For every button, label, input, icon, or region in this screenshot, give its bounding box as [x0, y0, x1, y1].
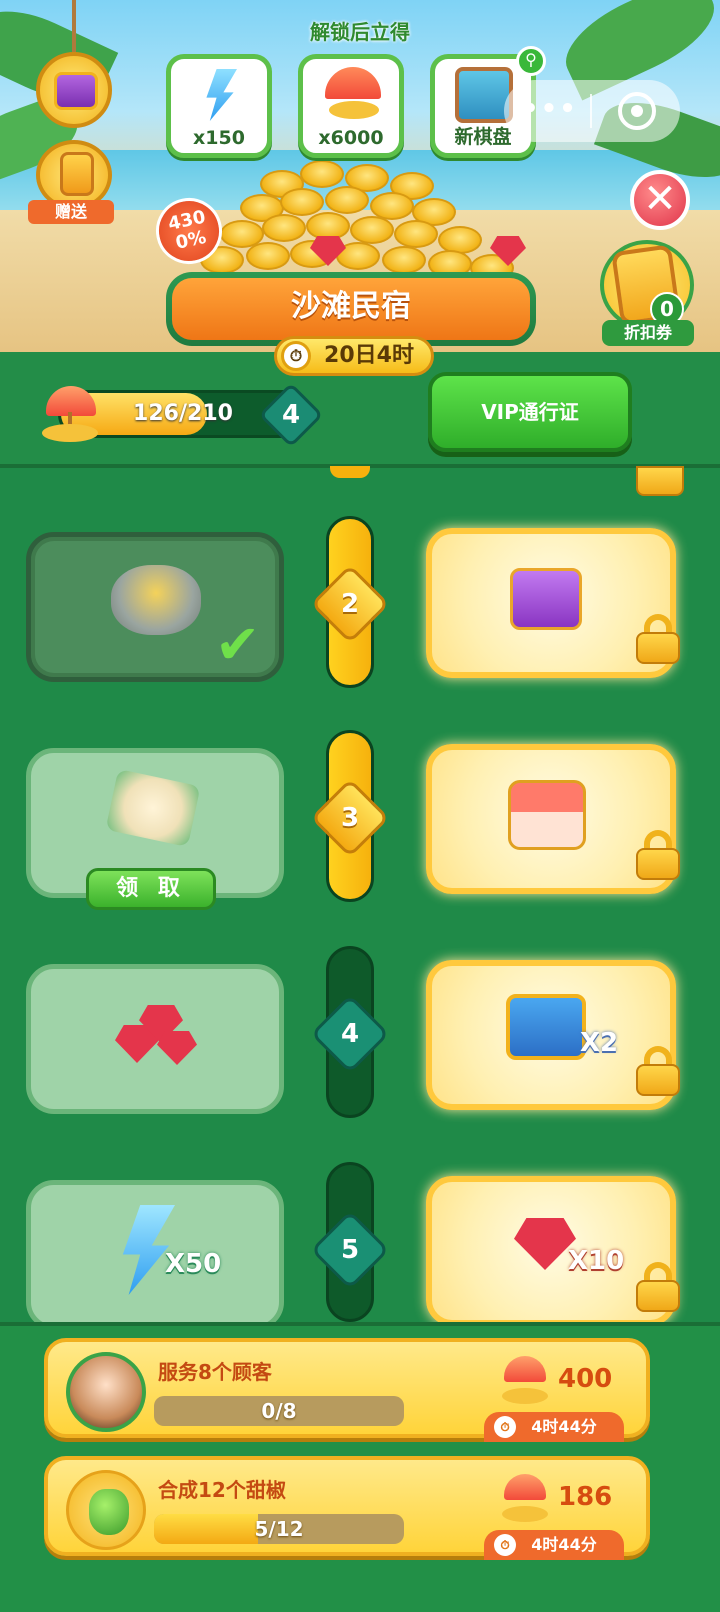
clock-icon: ⏱ — [494, 1534, 516, 1556]
clock-icon: ⏱ — [281, 341, 311, 371]
battle-pass-screen: 赠送 4300% 解锁后立得 x150 x6000 新棋盘 ⚲ ••• ✕ 0 … — [0, 0, 720, 1612]
task-reward: 400 — [558, 1364, 613, 1394]
task-timer: ⏱ 4时44分 — [484, 1412, 624, 1442]
event-title-banner: 沙滩民宿 — [166, 272, 536, 346]
lock-icon — [636, 1046, 680, 1096]
discount-coupon-button[interactable]: 0 折扣券 — [600, 240, 700, 350]
task-card[interactable]: 合成12个甜椒 5/12 186 ⏱ 4时44分 — [44, 1456, 650, 1560]
capsule-divider — [590, 94, 592, 128]
ticket-icon — [60, 152, 94, 196]
track-segment — [330, 466, 370, 478]
more-dots-icon[interactable]: ••• — [522, 96, 578, 122]
soup-pot-icon — [111, 565, 201, 635]
task-progress-bar: 0/8 — [154, 1396, 404, 1426]
level-node-2-number: 2 — [340, 589, 360, 619]
level-node-3-number: 3 — [340, 803, 360, 833]
red-mystery-chest-icon — [508, 780, 586, 850]
task-progress-text: 0/8 — [261, 1399, 297, 1423]
event-title: 沙滩民宿 — [172, 278, 530, 340]
sand-mound — [329, 101, 379, 119]
task-title: 服务8个顾客 — [158, 1360, 272, 1384]
blue-chest-icon — [506, 994, 586, 1060]
task-title: 合成12个甜椒 — [158, 1478, 286, 1502]
free-reward-card-level-2: ✔ — [26, 532, 284, 682]
task-timer: ⏱ 4时44分 — [484, 1530, 624, 1560]
beach-umbrella-icon — [500, 1356, 550, 1406]
discount-label: 折扣券 — [602, 320, 694, 346]
task-timer-text: 4时44分 — [531, 1535, 597, 1554]
vip-multiplier: X10 — [568, 1246, 625, 1276]
miniprogram-capsule: ••• — [504, 80, 680, 142]
lock-icon — [636, 614, 680, 664]
task-reward: 186 — [558, 1482, 613, 1512]
unlock-title: 解锁后立得 — [310, 20, 410, 44]
ruby-icon — [514, 1218, 576, 1270]
free-reward-card-level-4[interactable] — [26, 964, 284, 1114]
level-number: 4 — [281, 400, 301, 430]
ruby-gems-icon — [115, 1005, 201, 1067]
green-pepper-icon — [89, 1489, 129, 1535]
free-reward-card-level-5[interactable]: X50 — [26, 1180, 284, 1330]
fried-rice-icon — [105, 768, 201, 848]
task-timer-text: 4时44分 — [531, 1417, 597, 1436]
reward-energy-card[interactable]: x150 — [166, 54, 272, 158]
avatar — [66, 1470, 146, 1550]
magnify-icon[interactable]: ⚲ — [516, 46, 546, 76]
lock-icon — [636, 466, 684, 496]
purple-chest-icon — [510, 568, 582, 630]
beach-umbrella-icon — [500, 1474, 550, 1524]
reward-energy-label: x150 — [193, 127, 245, 149]
energy-bolt-icon — [206, 69, 237, 121]
check-icon: ✔ — [215, 613, 261, 676]
close-button[interactable]: ✕ — [630, 170, 690, 230]
event-timer-text: 20日4时 — [324, 343, 414, 368]
gift-label: 赠送 — [28, 200, 114, 224]
bonus-badge-text: 4300% — [166, 206, 209, 254]
beach-umbrella-icon — [40, 384, 100, 444]
girl-avatar-icon — [66, 1352, 146, 1432]
task-progress-bar: 5/12 — [154, 1514, 404, 1544]
reward-umbrella-card[interactable]: x6000 — [298, 54, 404, 158]
vip-pass-button[interactable]: VIP通行证 — [428, 372, 632, 452]
level-node-5-number: 5 — [340, 1235, 360, 1265]
level-node-4-number: 4 — [340, 1019, 360, 1049]
task-progress-text: 5/12 — [254, 1517, 304, 1541]
lock-icon — [636, 830, 680, 880]
free-multiplier: X50 — [165, 1249, 222, 1279]
beach-umbrella-icon — [325, 67, 381, 99]
event-timer: ⏱ 20日4时 — [274, 336, 434, 376]
reward-umbrella-label: x6000 — [318, 127, 384, 149]
close-miniprogram-icon[interactable] — [618, 92, 656, 130]
purple-chest-icon — [54, 72, 98, 110]
rope — [72, 0, 76, 56]
task-card[interactable]: 服务8个顾客 0/8 400 ⏱ 4时44分 — [44, 1338, 650, 1442]
lock-icon — [636, 1262, 680, 1312]
gift-chest-button[interactable] — [36, 52, 112, 128]
claim-button[interactable]: 领 取 — [86, 868, 216, 910]
clock-icon: ⏱ — [494, 1416, 516, 1438]
vip-multiplier: X2 — [580, 1028, 619, 1058]
